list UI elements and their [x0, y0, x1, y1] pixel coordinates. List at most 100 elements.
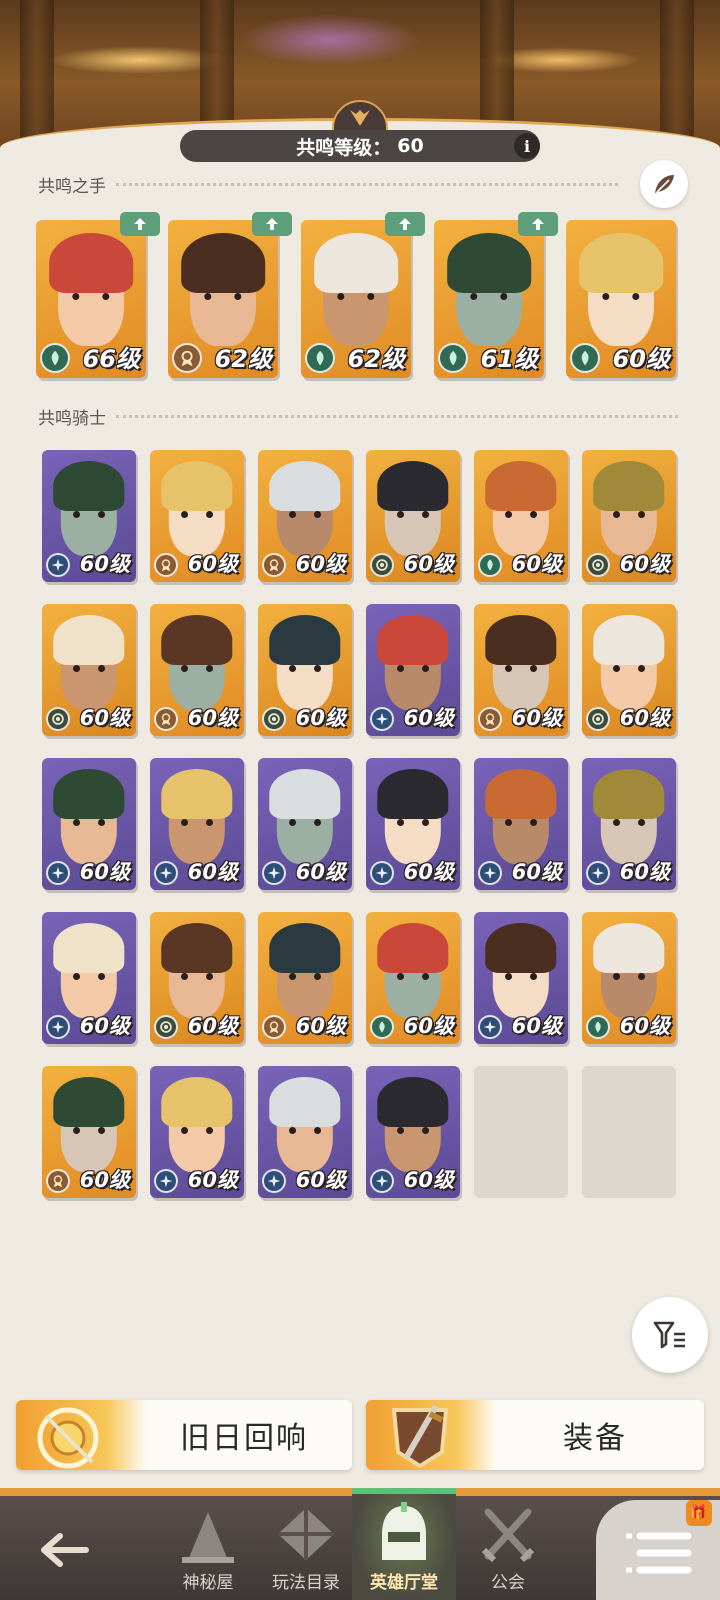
hero-level: 60级: [511, 860, 562, 884]
equipment-label: 装备: [563, 1421, 627, 1456]
resonance-hand-card[interactable]: 61级: [434, 220, 544, 378]
hero-portrait-eyes: [289, 1126, 321, 1134]
hero-level: 60级: [187, 1014, 238, 1038]
hero-portrait-eyes: [505, 818, 537, 826]
hero-portrait-hair: [447, 232, 531, 293]
old-echo-button[interactable]: 旧日回响: [16, 1400, 352, 1470]
mauler-faction-icon: [262, 1015, 286, 1039]
nav-label-mystery-house: 神秘屋: [182, 1573, 234, 1593]
resonance-hand-card[interactable]: 60级: [566, 220, 676, 378]
nav-item-play-catalog[interactable]: 玩法目录: [256, 1500, 356, 1593]
resonance-hand-card[interactable]: 62级: [168, 220, 278, 378]
equipment-button[interactable]: 装备: [366, 1400, 704, 1470]
hero-level: 66级: [82, 345, 140, 373]
resonance-knight-card[interactable]: 60级: [474, 450, 568, 582]
nav-item-hero-hall[interactable]: 英雄厅堂: [354, 1500, 454, 1593]
hero-portrait-eyes: [613, 664, 645, 672]
resonance-knight-card[interactable]: 60级: [150, 450, 244, 582]
resonance-level-label: 共鸣等级：: [296, 136, 392, 159]
resonance-knight-card[interactable]: 60级: [582, 758, 676, 890]
filter-sort-button[interactable]: [632, 1297, 708, 1373]
resonance-knight-card[interactable]: 60级: [474, 758, 568, 890]
hero-level: 60级: [79, 860, 130, 884]
hero-level: 60级: [295, 860, 346, 884]
hero-portrait-eyes: [613, 818, 645, 826]
resonance-knight-card[interactable]: 60级: [150, 604, 244, 736]
section-knight-label: 共鸣骑士: [38, 409, 106, 429]
upgrade-arrow-icon[interactable]: [120, 212, 160, 236]
mauler-faction-icon: [154, 707, 178, 731]
resonance-knight-card[interactable]: 60级: [258, 1066, 352, 1198]
hero-portrait-hair: [377, 922, 449, 973]
hero-portrait-hair: [53, 460, 125, 511]
hero-portrait-eyes: [181, 664, 213, 672]
hero-portrait-hair: [161, 768, 233, 819]
upgrade-arrow-icon[interactable]: [518, 212, 558, 236]
light-faction-icon: [478, 861, 502, 885]
hero-level: 60级: [187, 860, 238, 884]
resonance-knight-card[interactable]: 60级: [150, 758, 244, 890]
resonance-knight-card[interactable]: 60级: [366, 1066, 460, 1198]
hero-portrait-hair: [377, 768, 449, 819]
hero-portrait-eyes: [397, 818, 429, 826]
info-button[interactable]: i: [514, 133, 540, 159]
resonance-hand-card[interactable]: 62级: [301, 220, 411, 378]
resonance-knight-card[interactable]: 60级: [42, 604, 136, 736]
resonance-knight-card[interactable]: 60级: [42, 758, 136, 890]
resonance-knight-card[interactable]: 60级: [474, 912, 568, 1044]
resonance-knight-card[interactable]: 60级: [366, 912, 460, 1044]
hero-portrait-eyes: [181, 972, 213, 980]
equipment-art-icon: [366, 1400, 496, 1470]
light-faction-icon: [46, 1015, 70, 1039]
resonance-knight-card[interactable]: 60级: [366, 450, 460, 582]
hero-portrait-hair: [485, 614, 557, 665]
resonance-knight-card[interactable]: 60级: [150, 912, 244, 1044]
hero-portrait-eyes: [602, 292, 640, 300]
upgrade-arrow-icon[interactable]: [385, 212, 425, 236]
hero-level: 60级: [295, 552, 346, 576]
graveborn-faction-icon: [46, 707, 70, 731]
resonance-knight-card[interactable]: 60级: [582, 604, 676, 736]
hero-portrait-eyes: [73, 972, 105, 980]
resonance-knight-card[interactable]: 60级: [582, 450, 676, 582]
resonance-knight-card[interactable]: 60级: [42, 450, 136, 582]
upgrade-arrow-icon[interactable]: [252, 212, 292, 236]
resonance-level-value: 60: [397, 135, 424, 157]
hero-portrait-hair: [593, 614, 665, 665]
resonance-knight-card[interactable]: 60级: [258, 758, 352, 890]
resonance-knight-card[interactable]: 60级: [258, 450, 352, 582]
hero-level: 60级: [612, 345, 670, 373]
resonance-hand-card[interactable]: 66级: [36, 220, 146, 378]
hero-portrait-hair: [161, 922, 233, 973]
hero-portrait-hair: [49, 232, 133, 293]
resonance-knight-card[interactable]: 60级: [258, 912, 352, 1044]
resonance-knight-card[interactable]: 60级: [42, 912, 136, 1044]
hero-portrait-hair: [53, 1076, 125, 1127]
hero-portrait-eyes: [181, 818, 213, 826]
resonance-knight-card[interactable]: 60级: [582, 912, 676, 1044]
resonance-knight-card[interactable]: 60级: [474, 604, 568, 736]
hero-portrait-eyes: [613, 510, 645, 518]
hero-level: 60级: [187, 706, 238, 730]
leaf-toggle-button[interactable]: [640, 160, 688, 208]
hero-portrait-eyes: [397, 664, 429, 672]
nav-item-mystery-house[interactable]: 神秘屋: [158, 1500, 258, 1593]
nav-item-guild[interactable]: 公会: [458, 1500, 558, 1593]
resonance-knight-card[interactable]: 60级: [366, 758, 460, 890]
resonance-knight-card[interactable]: 60级: [258, 604, 352, 736]
hero-portrait-hair: [269, 614, 341, 665]
light-faction-icon: [262, 861, 286, 885]
hero-portrait-hair: [485, 460, 557, 511]
resonance-knight-card[interactable]: 60级: [42, 1066, 136, 1198]
forest-faction-icon: [586, 1015, 610, 1039]
resonance-knight-card[interactable]: 60级: [150, 1066, 244, 1198]
mauler-faction-icon: [478, 707, 502, 731]
hero-portrait-eyes: [470, 292, 508, 300]
back-button[interactable]: [36, 1530, 92, 1574]
hero-level: 60级: [511, 706, 562, 730]
hero-portrait-hair: [53, 614, 125, 665]
hero-portrait-hair: [161, 460, 233, 511]
resonance-knight-card[interactable]: 60级: [366, 604, 460, 736]
gift-icon[interactable]: 🎁: [686, 1500, 712, 1526]
hero-portrait-eyes: [289, 664, 321, 672]
